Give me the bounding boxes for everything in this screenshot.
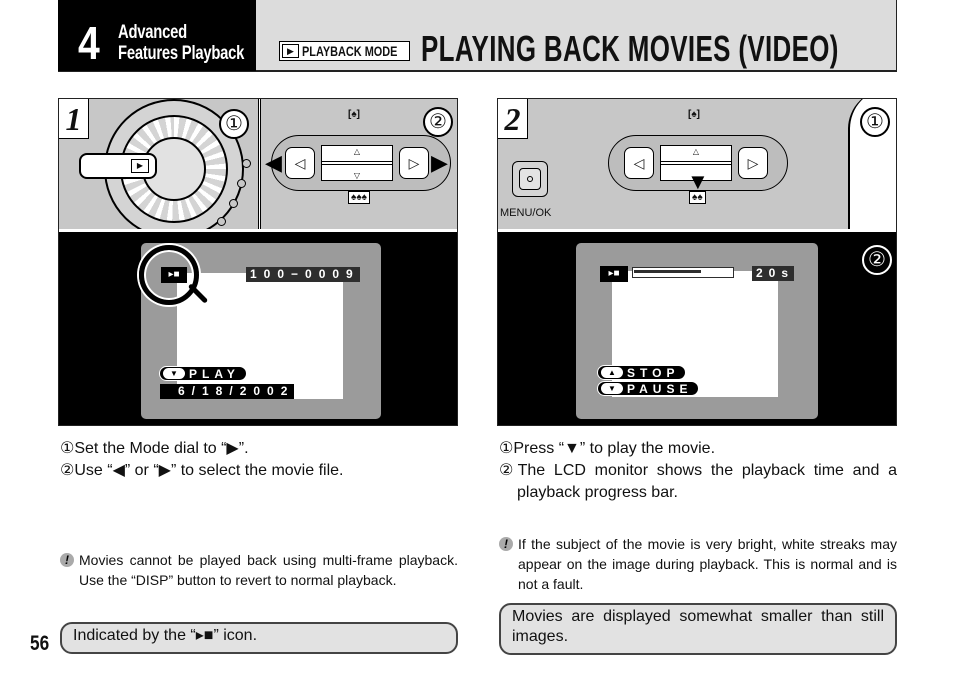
instruction-1: ①Set the Mode dial to “▶”. [60, 440, 249, 457]
instruction-2: ②Use “◀” or “▶” to select the movie file… [60, 462, 344, 479]
menu-ok-button [512, 161, 548, 197]
pause-indicator: ▼ PAUSE [597, 381, 700, 396]
hole-icon [217, 217, 226, 226]
rocker-bar [661, 161, 731, 165]
movie-camera-icon: ▸■ [600, 266, 628, 282]
play-label: PLAY [189, 366, 240, 381]
up-triangle-icon: △ [692, 147, 700, 156]
center-rocker: △ ▽ [321, 145, 393, 181]
playback-progress-bar [632, 267, 734, 278]
dial-playback-position: ▶ [79, 153, 157, 179]
play-icon: ▶ [131, 159, 149, 173]
step2-camera-illustration: 2 [♠] ① ◁ △ ▷ ▼ ♠♠ MENU/OK [498, 99, 896, 232]
note-text: Movies cannot be played back using multi… [79, 552, 458, 588]
callout-2: ② [423, 107, 453, 137]
chapter-title: Advanced Features Playback [118, 22, 244, 64]
instruction-1: ①Press “▼” to play the movie. [499, 440, 716, 457]
figure-divider [258, 99, 261, 229]
lcd-monitor: ▸■ 20s ▲ STOP ▼ PAUSE [576, 243, 818, 419]
pause-label: PAUSE [627, 381, 693, 396]
menu-ok-button-face [519, 168, 541, 190]
up-button-icon: ▲ [601, 367, 623, 378]
tele-zoom-icon: [♠] [688, 109, 700, 120]
instruction-2: ②The LCD monitor shows the playback time… [499, 462, 897, 501]
callout-1: ① [219, 109, 249, 139]
play-icon: ▶ [282, 44, 299, 58]
wide-zoom-icon: ♠♠ [689, 191, 706, 204]
callout-text: Movies are displayed somewhat smaller th… [512, 608, 884, 645]
page-title: PLAYING BACK MOVIES (VIDEO) [421, 28, 839, 69]
step2-callout-box: Movies are displayed somewhat smaller th… [499, 603, 897, 655]
page-number: 56 [30, 632, 50, 655]
up-triangle-icon: △ [353, 147, 361, 156]
wide-zoom-icon: ♠♠♠ [348, 191, 370, 204]
date-stamp: 6/18/2002 [160, 384, 295, 399]
stop-label: STOP [627, 365, 680, 380]
step1-note: ! Movies cannot be played back using mul… [60, 550, 458, 590]
step-number: 1 [59, 99, 89, 139]
down-button-icon: ▼ [601, 383, 623, 394]
note-body: ! If the subject of the movie is very br… [499, 534, 897, 594]
down-triangle-icon: ▽ [353, 171, 361, 180]
callout-text: Indicated by the “▸■” icon. [73, 627, 258, 644]
hole-icon [242, 159, 251, 168]
menu-ok-label: MENU/OK [500, 207, 552, 219]
left-button: ◁ [285, 147, 315, 179]
right-button: ▷ [738, 147, 768, 179]
chapter-number: 4 [78, 17, 100, 69]
step1-camera-illustration: 1 ▶ ① [♠] ② ◁ △ ▽ ▷ ◀ ▶ ♠♠♠ [59, 99, 457, 232]
left-button: ◁ [624, 147, 654, 179]
callout-1: ① [860, 107, 890, 137]
file-number: 100−0009 [246, 267, 360, 282]
step2-figure: 2 [♠] ① ◁ △ ▷ ▼ ♠♠ MENU/OK ▸■ 20s ▲ STOP [497, 98, 897, 426]
down-arrow-icon: ▼ [687, 169, 709, 194]
playback-mode-badge: ▶ PLAYBACK MODE [279, 41, 410, 61]
caution-icon: ! [499, 537, 513, 551]
caution-icon: ! [60, 553, 74, 567]
left-arrow-icon: ◀ [265, 150, 282, 175]
callout-2: ② [862, 245, 892, 275]
page-header: 4 Advanced Features Playback ▶ PLAYBACK … [58, 0, 897, 72]
magnifier-icon [139, 245, 199, 305]
button-dot [527, 176, 533, 182]
play-indicator: ▼ PLAY [159, 366, 247, 381]
hole-icon [229, 199, 238, 208]
tele-zoom-icon: [♠] [348, 109, 360, 120]
playback-time: 20s [752, 266, 795, 281]
chapter-title-line2: Features Playback [118, 43, 245, 64]
stop-indicator: ▲ STOP [597, 365, 687, 380]
step1-figure: 1 ▶ ① [♠] ② ◁ △ ▽ ▷ ◀ ▶ ♠♠♠ ▸■ 100−0009 … [58, 98, 458, 426]
hole-icon [237, 179, 246, 188]
right-arrow-icon: ▶ [431, 150, 448, 175]
note-text: If the subject of the movie is very brig… [518, 536, 897, 592]
step1-instructions: ①Set the Mode dial to “▶”. ②Use “◀” or “… [60, 438, 458, 482]
rocker-bar [322, 161, 392, 165]
step2-note: ! If the subject of the movie is very br… [499, 534, 897, 594]
step1-callout-box: Indicated by the “▸■” icon. [60, 622, 458, 654]
mode-label: PLAYBACK MODE [302, 43, 398, 59]
chapter-block: 4 Advanced Features Playback [58, 0, 256, 71]
right-button: ▷ [399, 147, 429, 179]
note-body: ! Movies cannot be played back using mul… [60, 550, 458, 590]
step-number: 2 [498, 99, 528, 139]
down-button-icon: ▼ [163, 368, 185, 379]
progress-fill [634, 270, 701, 273]
step2-instructions: ①Press “▼” to play the movie. ②The LCD m… [499, 438, 897, 504]
chapter-title-line1: Advanced [118, 22, 187, 43]
